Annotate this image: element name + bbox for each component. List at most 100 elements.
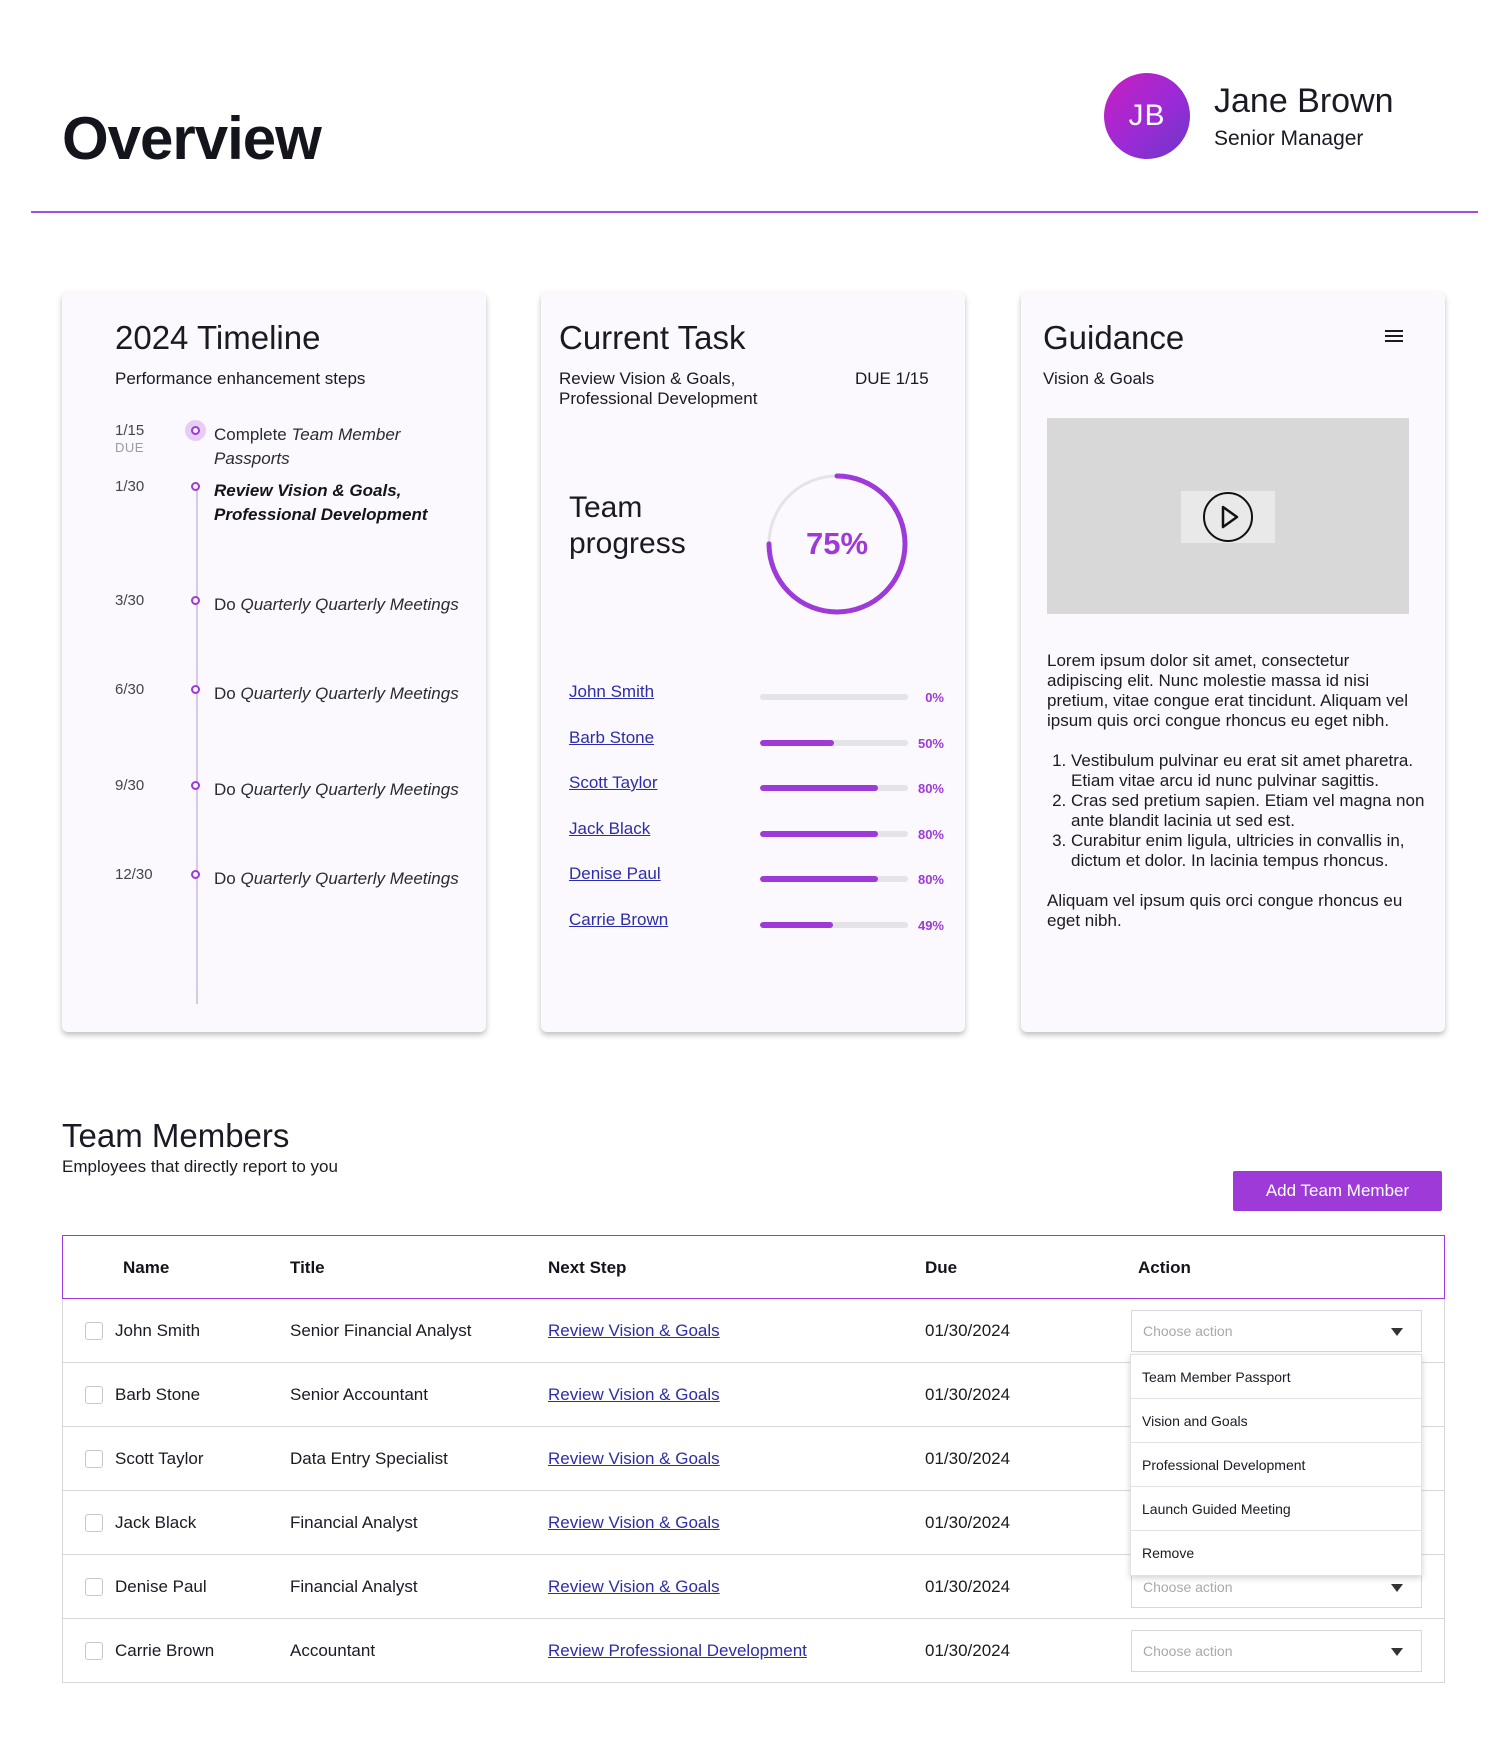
member-progress-name-link[interactable]: Jack Black: [569, 819, 650, 839]
member-progress-fill: [760, 831, 879, 837]
timeline-card: 2024 Timeline Performance enhancement st…: [62, 292, 486, 1032]
member-progress-value: 49%: [917, 918, 944, 933]
cell-title: Senior Accountant: [290, 1385, 428, 1404]
timeline-text: Do Quarterly Quarterly Meetings: [214, 867, 464, 891]
member-progress-name-link[interactable]: Barb Stone: [569, 728, 654, 748]
timeline-text-plain: Do: [214, 869, 241, 888]
hamburger-menu-icon[interactable]: [1385, 330, 1403, 344]
row-checkbox[interactable]: [85, 1578, 103, 1596]
member-progress-row: Carrie Brown 49%: [569, 910, 949, 934]
dropdown-option-passport[interactable]: Team Member Passport: [1131, 1355, 1421, 1399]
column-header-next-step: Next Step: [548, 1258, 627, 1277]
timeline-text: Do Quarterly Quarterly Meetings: [214, 593, 464, 617]
row-checkbox[interactable]: [85, 1642, 103, 1660]
cell-name: Barb Stone: [115, 1385, 201, 1404]
cell-next-step-link[interactable]: Review Vision & Goals: [548, 1449, 720, 1469]
cell-next-step-link[interactable]: Review Vision & Goals: [548, 1577, 720, 1597]
guidance-intro: Lorem ipsum dolor sit amet, consectetur …: [1047, 651, 1408, 730]
member-progress-row: John Smith 0%: [569, 682, 949, 706]
play-button[interactable]: [1181, 491, 1275, 543]
member-progress-name-link[interactable]: John Smith: [569, 682, 654, 702]
timeline-dot-icon: [191, 596, 200, 605]
member-progress-value: 80%: [917, 827, 944, 842]
member-progress-bar: [760, 740, 908, 746]
cell-next-step-link[interactable]: Review Vision & Goals: [548, 1513, 720, 1533]
action-dropdown-menu[interactable]: Team Member Passport Vision and Goals Pr…: [1130, 1354, 1422, 1576]
cell-next-step-link[interactable]: Review Vision & Goals: [548, 1385, 720, 1405]
timeline-dot-active-icon: [185, 420, 206, 441]
dropdown-option-launch-meeting[interactable]: Launch Guided Meeting: [1131, 1487, 1421, 1531]
cell-due: 01/30/2024: [925, 1321, 1011, 1340]
cell-title: Financial Analyst: [290, 1577, 418, 1596]
timeline-due-header: DUE: [115, 440, 144, 455]
cell-due: 01/30/2024: [925, 1577, 1011, 1596]
row-checkbox[interactable]: [85, 1386, 103, 1404]
current-task-card: Current Task Review Vision & Goals, Prof…: [541, 292, 965, 1032]
guidance-list-item: Curabitur enim ligula, ultricies in conv…: [1071, 831, 1427, 871]
guidance-card: Guidance Vision & Goals Lorem ipsum dolo…: [1021, 292, 1445, 1032]
guidance-body: Lorem ipsum dolor sit amet, consectetur …: [1047, 651, 1427, 931]
member-progress-name-link[interactable]: Carrie Brown: [569, 910, 668, 930]
guidance-list-item: Cras sed pretium sapien. Etiam vel magna…: [1071, 791, 1427, 831]
cell-name: Scott Taylor: [115, 1449, 204, 1468]
avatar[interactable]: JB: [1104, 73, 1190, 159]
column-header-due: Due: [925, 1258, 958, 1277]
action-select-placeholder: Choose action: [1143, 1643, 1233, 1659]
cell-next-step-link[interactable]: Review Professional Development: [548, 1641, 807, 1661]
video-player[interactable]: [1047, 418, 1409, 614]
row-checkbox[interactable]: [85, 1514, 103, 1532]
dropdown-option-professional-development[interactable]: Professional Development: [1131, 1443, 1421, 1487]
timeline-text: Complete Team Member Passports: [214, 423, 464, 471]
user-role: Senior Manager: [1214, 126, 1364, 150]
table-header: Name Title Next Step Due Action: [62, 1235, 1445, 1299]
header-divider: [31, 211, 1478, 213]
timeline-text-plain: Do: [214, 595, 241, 614]
timeline-date: 12/30: [115, 866, 153, 883]
timeline-text-italic: Quarterly Quarterly Meetings: [240, 684, 459, 703]
chevron-down-icon: [1391, 1584, 1403, 1592]
team-members-subtitle: Employees that directly report to you: [62, 1157, 338, 1176]
cell-title: Financial Analyst: [290, 1513, 418, 1532]
action-select[interactable]: Choose action: [1131, 1310, 1422, 1352]
current-task-description: Review Vision & Goals, Professional Deve…: [559, 369, 758, 408]
cell-name: Denise Paul: [115, 1577, 207, 1596]
guidance-subtitle: Vision & Goals: [1043, 369, 1155, 388]
user-profile[interactable]: JB Jane Brown Senior Manager: [1104, 73, 1394, 159]
guidance-list-item: Vestibulum pulvinar eu erat sit amet pha…: [1071, 751, 1427, 791]
dropdown-option-remove[interactable]: Remove: [1131, 1531, 1421, 1575]
member-progress-row: Scott Taylor 80%: [569, 773, 949, 797]
timeline-date: 3/30: [115, 592, 145, 609]
member-progress-fill: [760, 740, 834, 746]
current-task-due: DUE 1/15: [855, 369, 929, 388]
cell-due: 01/30/2024: [925, 1513, 1011, 1532]
user-name: Jane Brown: [1214, 81, 1394, 120]
action-select[interactable]: Choose action: [1131, 1630, 1422, 1672]
cell-next-step-link[interactable]: Review Vision & Goals: [548, 1321, 720, 1341]
page-title: Overview: [62, 105, 322, 172]
member-progress-value: 80%: [917, 872, 944, 887]
member-progress-bar: [760, 785, 908, 791]
member-progress-fill: [760, 876, 879, 882]
row-checkbox[interactable]: [85, 1322, 103, 1340]
cell-due: 01/30/2024: [925, 1385, 1011, 1404]
row-checkbox[interactable]: [85, 1450, 103, 1468]
timeline-text-italic: Quarterly Quarterly Meetings: [240, 780, 459, 799]
member-progress-fill: [760, 785, 879, 791]
timeline-text: Do Quarterly Quarterly Meetings: [214, 778, 464, 802]
team-progress-label: Team progress: [569, 491, 686, 560]
timeline-text-plain: Do: [214, 780, 241, 799]
guidance-list: Vestibulum pulvinar eu erat sit amet pha…: [1071, 751, 1427, 871]
dropdown-option-vision-goals[interactable]: Vision and Goals: [1131, 1399, 1421, 1443]
timeline-dot-icon: [191, 870, 200, 879]
member-progress-name-link[interactable]: Denise Paul: [569, 864, 661, 884]
play-icon[interactable]: [1203, 492, 1253, 542]
member-progress-bar: [760, 694, 908, 700]
timeline-date: 1/15: [115, 422, 145, 439]
timeline-dot-icon: [191, 781, 200, 790]
chevron-down-icon: [1391, 1328, 1403, 1336]
member-progress-name-link[interactable]: Scott Taylor: [569, 773, 658, 793]
add-team-member-button[interactable]: Add Team Member: [1233, 1171, 1442, 1211]
timeline-text-plain: Do: [214, 684, 241, 703]
timeline-dot-icon: [191, 685, 200, 694]
column-header-title: Title: [290, 1258, 325, 1277]
